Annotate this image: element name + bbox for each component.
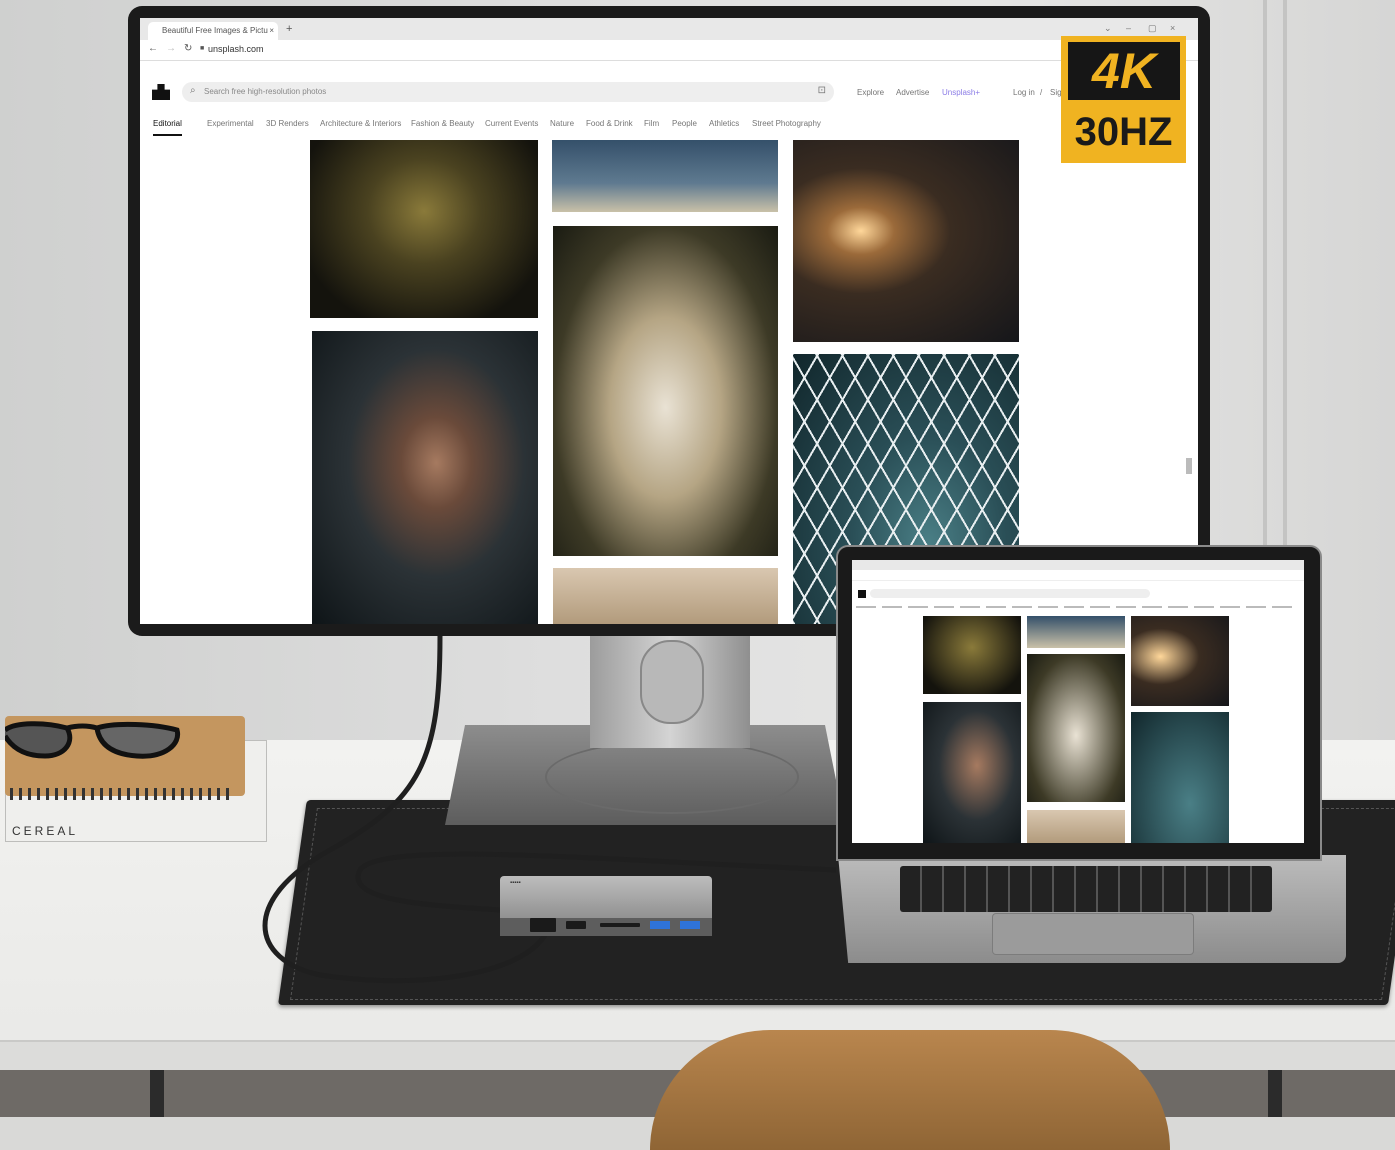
- search-placeholder: Search free high-resolution photos: [204, 87, 327, 96]
- laptop-photo-glass-dome: [1131, 712, 1229, 843]
- laptop-address-bar: [852, 570, 1304, 581]
- photo-denim-jacket[interactable]: [552, 140, 778, 212]
- tab-3d-renders[interactable]: 3D Renders: [266, 119, 309, 128]
- tab-architecture-interiors[interactable]: Architecture & Interiors: [320, 119, 401, 128]
- photo-oat-grass[interactable]: [310, 140, 538, 318]
- search-icon: ⌕: [190, 85, 196, 96]
- nav-explore[interactable]: Explore: [857, 88, 884, 97]
- lock-icon: ■: [200, 45, 205, 52]
- url-text[interactable]: unsplash.com: [208, 44, 264, 54]
- tab-street-photography[interactable]: Street Photography: [752, 119, 821, 128]
- laptop-browser-tab-bar: [852, 560, 1304, 570]
- hdmi-port: [566, 921, 586, 929]
- tab-editorial[interactable]: Editorial: [153, 119, 182, 136]
- tab-search-icon[interactable]: ⌄: [1104, 23, 1112, 34]
- unsplash-logo-icon[interactable]: [152, 84, 170, 100]
- nav-signup[interactable]: Sig: [1050, 88, 1062, 97]
- photo-dinner-table[interactable]: [553, 226, 778, 556]
- usb-a-port: [680, 921, 700, 929]
- laptop-screen: [852, 560, 1304, 843]
- tab-food-drink[interactable]: Food & Drink: [586, 119, 633, 128]
- browser-tab[interactable]: Beautiful Free Images & Pictu ×: [148, 22, 278, 40]
- tab-athletics[interactable]: Athletics: [709, 119, 739, 128]
- laptop-photo-oat-grass: [923, 616, 1021, 694]
- laptop-photo-desert-sky: [1027, 810, 1125, 843]
- sd-card-slot: [600, 923, 640, 927]
- tab-current-events[interactable]: Current Events: [485, 119, 538, 128]
- photo-candles-pumpkins[interactable]: [793, 140, 1019, 342]
- forward-icon[interactable]: →: [166, 43, 176, 54]
- minimize-button[interactable]: –: [1126, 23, 1131, 33]
- tab-experimental[interactable]: Experimental: [207, 119, 254, 128]
- badge-resolution: 4K: [1068, 42, 1180, 100]
- page-scrollbar[interactable]: [1186, 458, 1192, 474]
- laptop-photo-candles: [1131, 616, 1229, 706]
- laptop-keyboard: [900, 866, 1272, 912]
- tab-film[interactable]: Film: [644, 119, 659, 128]
- photo-desert-sky[interactable]: [553, 568, 778, 624]
- nav-unsplash-plus[interactable]: Unsplash+: [942, 88, 980, 97]
- laptop-trackpad: [992, 913, 1194, 955]
- tab-title: Beautiful Free Images & Pictu: [162, 26, 268, 35]
- nav-separator: /: [1040, 88, 1043, 97]
- back-icon[interactable]: ←: [148, 43, 158, 54]
- tab-close-icon[interactable]: ×: [269, 22, 274, 40]
- tab-people[interactable]: People: [672, 119, 697, 128]
- maximize-button[interactable]: ▢: [1148, 23, 1157, 34]
- laptop-photo-denim-jacket: [1027, 616, 1125, 648]
- visual-search-icon[interactable]: ⊡: [818, 85, 826, 96]
- laptop-unsplash-logo-icon: [858, 590, 866, 598]
- nav-login[interactable]: Log in: [1013, 88, 1035, 97]
- close-window-button[interactable]: ×: [1170, 23, 1175, 33]
- tab-fashion-beauty[interactable]: Fashion & Beauty: [411, 119, 474, 128]
- new-tab-button[interactable]: +: [286, 23, 292, 35]
- laptop-search-input: [870, 589, 1150, 598]
- laptop-photo-dinner-table: [1027, 654, 1125, 802]
- hub-logo-icon: ▪▪▪▪▪: [510, 880, 521, 886]
- badge-refresh-rate: 30HZ: [1074, 110, 1173, 154]
- reload-icon[interactable]: ↻: [184, 43, 192, 54]
- ethernet-port: [530, 918, 556, 932]
- tab-nature[interactable]: Nature: [550, 119, 574, 128]
- search-input[interactable]: ⌕ Search free high-resolution photos ⊡: [182, 82, 834, 102]
- usb-a-port: [650, 921, 670, 929]
- browser-tab-bar: Beautiful Free Images & Pictu × + ⌄ – ▢ …: [140, 18, 1198, 40]
- address-bar[interactable]: ← → ↻ ■ unsplash.com: [140, 40, 1198, 61]
- monitor-screen: Beautiful Free Images & Pictu × + ⌄ – ▢ …: [140, 18, 1198, 624]
- photo-bearded-man[interactable]: [312, 331, 538, 624]
- nav-advertise[interactable]: Advertise: [896, 88, 929, 97]
- laptop-category-tabs: [856, 606, 1296, 608]
- laptop-photo-bearded-man: [923, 702, 1021, 843]
